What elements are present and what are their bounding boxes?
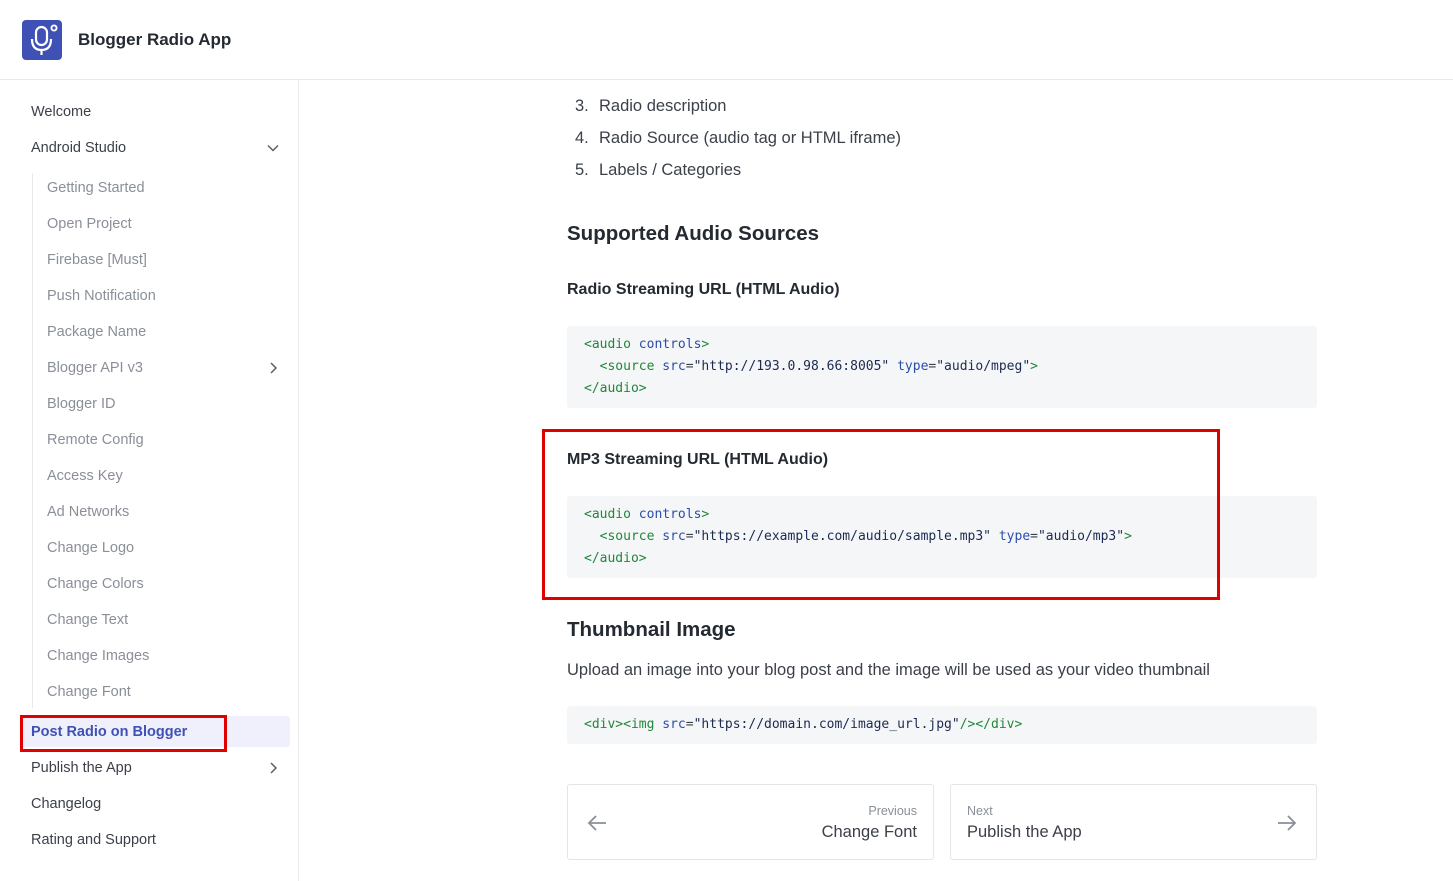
sidebar-item-access-key[interactable]: Access Key bbox=[47, 466, 123, 486]
sidebar-item-firebase[interactable]: Firebase [Must] bbox=[47, 250, 147, 270]
microphone-icon bbox=[30, 24, 58, 55]
thumbnail-description: Upload an image into your blog post and … bbox=[567, 661, 1210, 679]
radio-code-block[interactable]: <audio controls> <source src="http://193… bbox=[567, 326, 1317, 408]
sidebar-item-remote-config[interactable]: Remote Config bbox=[47, 430, 144, 450]
thumbnail-heading: Thumbnail Image bbox=[567, 618, 736, 641]
chevron-right-icon[interactable] bbox=[266, 361, 280, 375]
app-title[interactable]: Blogger Radio App bbox=[78, 30, 231, 50]
sidebar-item-publish[interactable]: Publish the App bbox=[31, 758, 132, 778]
app-logo[interactable] bbox=[22, 20, 62, 60]
sidebar-item-change-logo[interactable]: Change Logo bbox=[47, 538, 134, 558]
sidebar-item-blogger-id[interactable]: Blogger ID bbox=[47, 394, 116, 414]
next-label: Next bbox=[967, 804, 993, 818]
sidebar-item-push-notification[interactable]: Push Notification bbox=[47, 286, 156, 306]
sidebar-item-blogger-api[interactable]: Blogger API v3 bbox=[47, 358, 143, 378]
sidebar-item-package-name[interactable]: Package Name bbox=[47, 322, 146, 342]
list-item: 5. Labels / Categories bbox=[575, 161, 742, 179]
list-item: 4. Radio Source (audio tag or HTML iframe… bbox=[575, 129, 902, 147]
thumbnail-code-block[interactable]: <div><img src="https://domain.com/image_… bbox=[567, 706, 1317, 744]
sidebar-item-change-colors[interactable]: Change Colors bbox=[47, 574, 144, 594]
sidebar-item-android-studio[interactable]: Android Studio bbox=[31, 138, 126, 158]
main-content: 3. Radio description 4. Radio Source (audi… bbox=[300, 80, 1453, 881]
submenu-divider bbox=[32, 173, 33, 708]
previous-page-button[interactable]: Previous Change Font bbox=[567, 784, 934, 860]
highlight-box-main bbox=[542, 429, 1220, 600]
sidebar-item-change-images[interactable]: Change Images bbox=[47, 646, 149, 666]
sidebar-item-changelog[interactable]: Changelog bbox=[31, 794, 101, 814]
sidebar-item-welcome[interactable]: Welcome bbox=[31, 102, 91, 122]
sidebar-item-rating[interactable]: Rating and Support bbox=[31, 830, 156, 850]
sidebar-item-getting-started[interactable]: Getting Started bbox=[47, 178, 145, 198]
sidebar-item-change-font[interactable]: Change Font bbox=[47, 682, 131, 702]
supported-sources-heading: Supported Audio Sources bbox=[567, 222, 820, 245]
sidebar: Welcome Android Studio Getting Started O… bbox=[0, 80, 299, 881]
sidebar-item-change-text[interactable]: Change Text bbox=[47, 610, 128, 630]
radio-streaming-heading: Radio Streaming URL (HTML Audio) bbox=[567, 281, 840, 298]
arrow-right-icon bbox=[1278, 815, 1297, 831]
arrow-left-icon bbox=[587, 815, 606, 831]
next-page-button[interactable]: Next Publish the App bbox=[950, 784, 1317, 860]
chevron-down-icon[interactable] bbox=[266, 141, 280, 155]
chevron-right-icon[interactable] bbox=[266, 761, 280, 775]
next-title: Publish the App bbox=[967, 823, 1082, 841]
sidebar-item-open-project[interactable]: Open Project bbox=[47, 214, 132, 234]
previous-label: Previous bbox=[868, 804, 917, 818]
sidebar-item-ad-networks[interactable]: Ad Networks bbox=[47, 502, 129, 522]
highlight-box-sidebar bbox=[20, 715, 227, 752]
previous-title: Change Font bbox=[821, 823, 917, 841]
top-bar: Blogger Radio App bbox=[0, 0, 1453, 80]
list-item: 3. Radio description bbox=[575, 97, 727, 115]
